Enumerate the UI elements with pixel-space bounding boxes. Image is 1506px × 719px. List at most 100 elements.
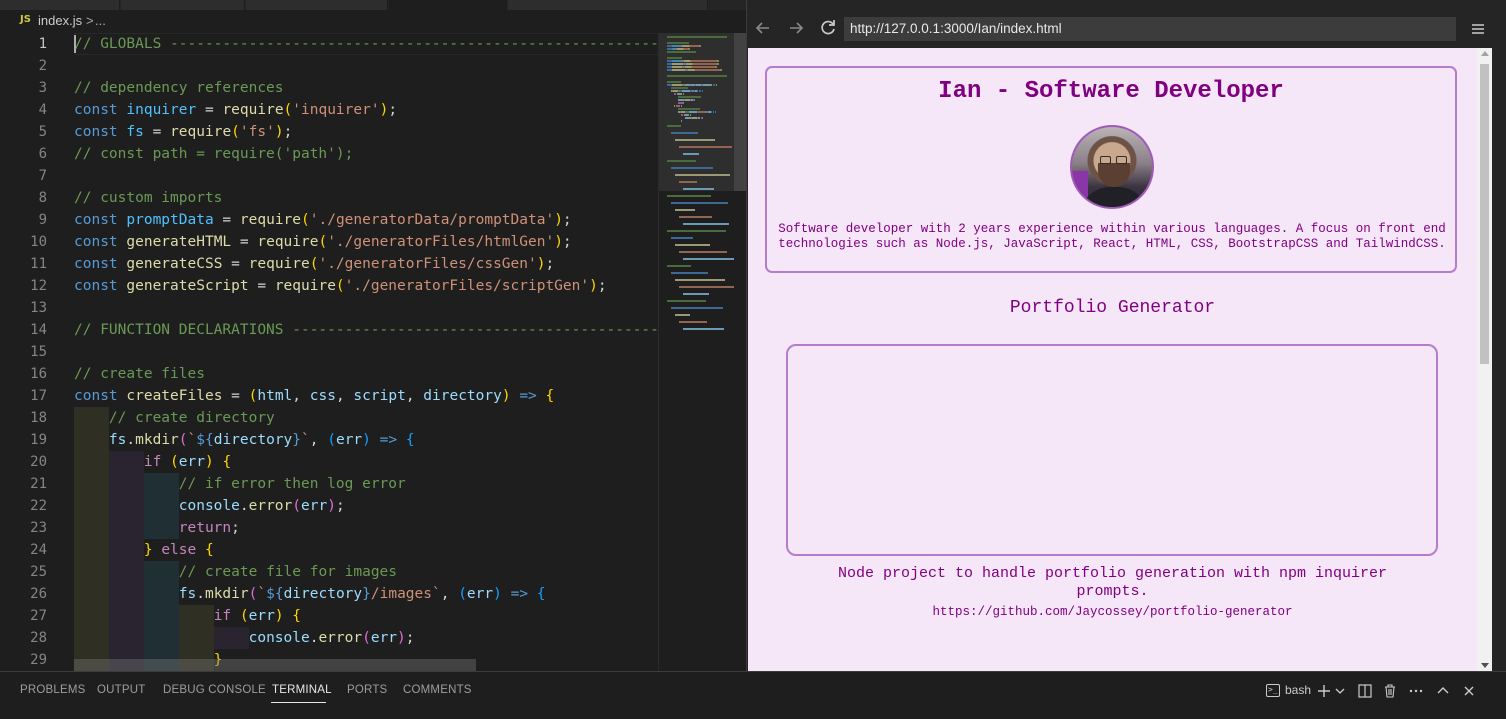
- code-line[interactable]: 28 console.error(err);: [0, 627, 658, 649]
- add-terminal-icon[interactable]: [1316, 682, 1332, 700]
- terminal-name[interactable]: bash: [1285, 683, 1311, 697]
- code-line[interactable]: 10 const generateHTML = require('./genera…: [0, 231, 658, 253]
- breadcrumb: JS index.js > ...: [0, 10, 746, 32]
- code-line[interactable]: 25 // create file for images: [0, 561, 658, 583]
- active-tab-indicator: [271, 702, 326, 703]
- line-number: 5: [38, 124, 47, 140]
- code-line[interactable]: 8 // custom imports: [0, 187, 658, 209]
- back-arrow-icon[interactable]: [751, 16, 775, 40]
- url-input[interactable]: http://127.0.0.1:3000/Ian/index.html: [844, 17, 1456, 41]
- reload-icon[interactable]: [816, 16, 840, 40]
- code-text: // create directory: [108, 410, 275, 426]
- editor-tab[interactable]: [508, 0, 708, 10]
- tab-debug-console[interactable]: DEBUG CONSOLE: [163, 684, 266, 696]
- code-text: console.error(err);: [178, 498, 345, 514]
- maximize-panel-icon[interactable]: [1435, 682, 1451, 700]
- code-line[interactable]: 13: [0, 297, 658, 319]
- forward-arrow-icon[interactable]: [784, 16, 808, 40]
- code-text: // dependency references: [74, 80, 284, 96]
- minimap[interactable]: [658, 33, 744, 671]
- tab-problems[interactable]: PROBLEMS: [20, 684, 86, 696]
- code-line[interactable]: 23 return;: [0, 517, 658, 539]
- code-text: if (err) {: [143, 454, 232, 470]
- browser-viewport[interactable]: Ian - Software Developer Software develo…: [748, 48, 1492, 671]
- editor-scroll-thumb[interactable]: [734, 33, 746, 191]
- editor-tab[interactable]: [0, 0, 120, 10]
- more-actions-icon[interactable]: [1408, 682, 1424, 700]
- minimap-line: [674, 93, 676, 95]
- tab-comments[interactable]: COMMENTS: [403, 684, 472, 696]
- code-line[interactable]: 22 console.error(err);: [0, 495, 658, 517]
- editor-horizontal-scroll-thumb[interactable]: [74, 659, 476, 671]
- code-line[interactable]: 15: [0, 341, 658, 363]
- project-link[interactable]: https://github.com/Jaycossey/portfolio-g…: [748, 605, 1477, 619]
- tab-output[interactable]: OUTPUT: [97, 684, 145, 696]
- code-line[interactable]: 14 // FUNCTION DECLARATIONS -------------…: [0, 319, 658, 341]
- editor-tab[interactable]: [246, 0, 388, 10]
- browser-toolbar: http://127.0.0.1:3000/Ian/index.html: [747, 10, 1506, 48]
- javascript-file-icon: JS: [20, 14, 31, 25]
- tab-terminal[interactable]: TERMINAL: [272, 684, 332, 696]
- minimap-line: [672, 63, 684, 65]
- tab-ports[interactable]: PORTS: [347, 684, 387, 696]
- minimap-line: [672, 45, 680, 47]
- line-number: 6: [38, 146, 47, 162]
- code-editor[interactable]: JS index.js > ... 1 // GLOBALS ----------…: [0, 0, 746, 671]
- split-terminal-icon[interactable]: [1357, 682, 1373, 700]
- line-number: 8: [38, 190, 47, 206]
- code-text: fs.mkdir(`${directory}`, (err) => {: [108, 432, 415, 448]
- code-text: if (err) {: [213, 608, 302, 624]
- code-line[interactable]: 4 const inquirer = require('inquirer');: [0, 99, 658, 121]
- line-number: 25: [30, 564, 47, 580]
- minimap-line: [679, 251, 727, 253]
- minimap-line: [667, 42, 689, 44]
- close-panel-icon[interactable]: [1461, 682, 1477, 700]
- code-line[interactable]: 18 // create directory: [0, 407, 658, 429]
- code-text: console.error(err);: [248, 630, 415, 646]
- minimap-line: [675, 174, 730, 176]
- scroll-down-arrow-icon[interactable]: [1481, 663, 1489, 668]
- viewport-scroll-thumb[interactable]: [1480, 64, 1489, 364]
- code-line[interactable]: 1 // GLOBALS ----------------------------…: [0, 33, 658, 55]
- minimap-line: [675, 244, 710, 246]
- code-line[interactable]: 27 if (err) {: [0, 605, 658, 627]
- line-number: 17: [30, 388, 47, 404]
- section-title: Portfolio Generator: [1009, 298, 1216, 318]
- code-line[interactable]: 2: [0, 55, 658, 77]
- code-line[interactable]: 19 fs.mkdir(`${directory}`, (err) => {: [0, 429, 658, 451]
- minimap-line: [687, 114, 689, 116]
- code-line[interactable]: 7: [0, 165, 658, 187]
- code-line[interactable]: 20 if (err) {: [0, 451, 658, 473]
- code-line[interactable]: 16 // create files: [0, 363, 658, 385]
- code-line[interactable]: 17 const createFiles = (html, css, script…: [0, 385, 658, 407]
- trash-icon[interactable]: [1382, 682, 1398, 700]
- line-number: 3: [38, 80, 47, 96]
- code-area[interactable]: 1 // GLOBALS ----------------------------…: [0, 33, 658, 671]
- line-number: 4: [38, 102, 47, 118]
- editor-vertical-scrollbar[interactable]: [734, 33, 746, 671]
- line-number: 2: [38, 58, 47, 74]
- viewport-scrollbar[interactable]: [1477, 48, 1492, 671]
- code-line[interactable]: 3 // dependency references: [0, 77, 658, 99]
- line-number: 15: [30, 344, 47, 360]
- breadcrumb-more[interactable]: ...: [95, 13, 106, 28]
- code-line[interactable]: 26 fs.mkdir(`${directory}/images`, (err)…: [0, 583, 658, 605]
- scroll-up-arrow-icon[interactable]: [1481, 51, 1489, 56]
- line-number: 21: [30, 476, 47, 492]
- minimap-line: [667, 81, 681, 83]
- editor-tab-active[interactable]: [389, 0, 507, 10]
- chevron-down-icon[interactable]: [1334, 682, 1346, 700]
- code-line[interactable]: 5 const fs = require('fs');: [0, 121, 658, 143]
- code-line[interactable]: 11 const generateCSS = require('./generat…: [0, 253, 658, 275]
- menu-icon[interactable]: [1467, 18, 1489, 40]
- minimap-line: [697, 90, 699, 92]
- code-line[interactable]: 21 // if error then log error: [0, 473, 658, 495]
- breadcrumb-file[interactable]: index.js: [38, 13, 82, 28]
- code-line[interactable]: 12 const generateScript = require('./gene…: [0, 275, 658, 297]
- code-line[interactable]: 9 const promptData = require('./generator…: [0, 209, 658, 231]
- avatar: [1070, 125, 1154, 209]
- minimap-line: [671, 167, 713, 169]
- code-line[interactable]: 6 // const path = require('path');: [0, 143, 658, 165]
- editor-tab[interactable]: [121, 0, 245, 10]
- code-line[interactable]: 24 } else {: [0, 539, 658, 561]
